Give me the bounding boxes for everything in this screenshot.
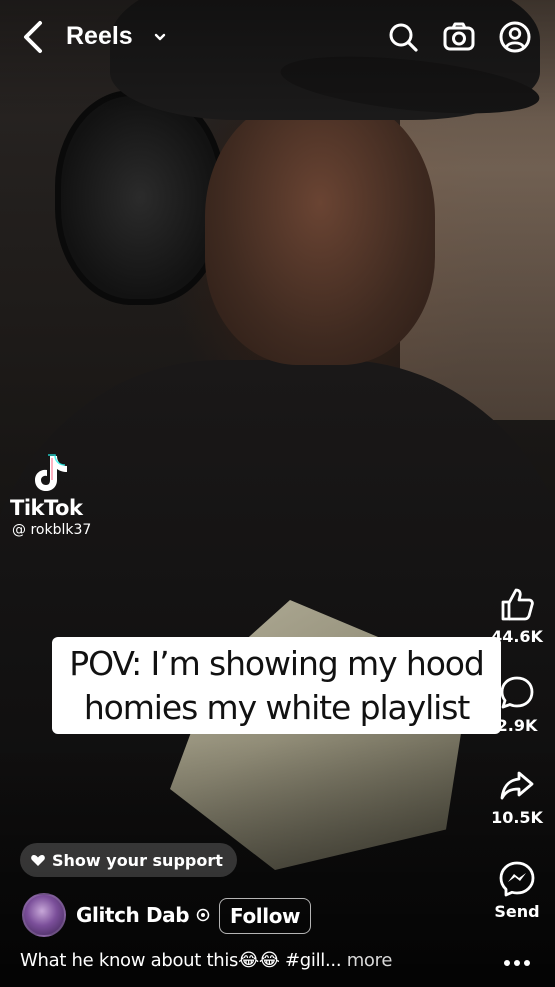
- globe-icon: [196, 908, 210, 922]
- like-button[interactable]: 44.6K: [482, 585, 552, 646]
- follow-button[interactable]: Follow: [219, 898, 312, 934]
- video-caption: POV: I’m showing my hood homies my white…: [52, 637, 501, 734]
- more-link[interactable]: more: [341, 950, 393, 971]
- show-support-label: Show your support: [52, 850, 223, 870]
- search-icon[interactable]: [386, 20, 420, 54]
- comment-icon: [500, 676, 534, 709]
- messenger-icon: [499, 861, 535, 897]
- send-button[interactable]: Send: [482, 860, 552, 921]
- comment-button[interactable]: 2.9K: [482, 674, 552, 735]
- show-support-button[interactable]: Show your support: [20, 843, 237, 877]
- thumbs-up-icon: [501, 588, 534, 621]
- top-bar: Reels: [0, 0, 555, 72]
- chevron-down-icon[interactable]: [153, 30, 167, 44]
- share-button[interactable]: 10.5K: [482, 766, 552, 827]
- tiktok-logo-icon: [35, 454, 67, 491]
- share-arrow-icon: [500, 771, 534, 800]
- like-count: 44.6K: [491, 627, 543, 646]
- comment-count: 2.9K: [496, 716, 538, 735]
- camera-icon[interactable]: [442, 20, 476, 54]
- back-chevron-icon[interactable]: [18, 20, 48, 54]
- share-count: 10.5K: [491, 808, 543, 827]
- caption-line-2: homies my white playlist: [83, 688, 470, 727]
- author-name[interactable]: Glitch Dab: [76, 903, 190, 927]
- tiktok-brand: TikTok: [10, 496, 83, 520]
- page-title[interactable]: Reels: [66, 22, 133, 51]
- author-avatar[interactable]: [22, 893, 66, 937]
- caption-line-1: POV: I’m showing my hood: [69, 644, 485, 683]
- sparkle-heart-icon: [31, 854, 45, 866]
- tiktok-handle: @ rokblk37: [12, 522, 92, 538]
- description-text: What he know about this😂😂 #gill...: [20, 950, 342, 971]
- profile-icon[interactable]: [498, 20, 532, 54]
- reel-description[interactable]: What he know about this😂😂 #gill... more: [20, 950, 392, 971]
- send-label: Send: [494, 902, 540, 921]
- tiktok-watermark: TikTok @ rokblk37: [10, 452, 120, 542]
- more-options-icon[interactable]: [500, 955, 534, 971]
